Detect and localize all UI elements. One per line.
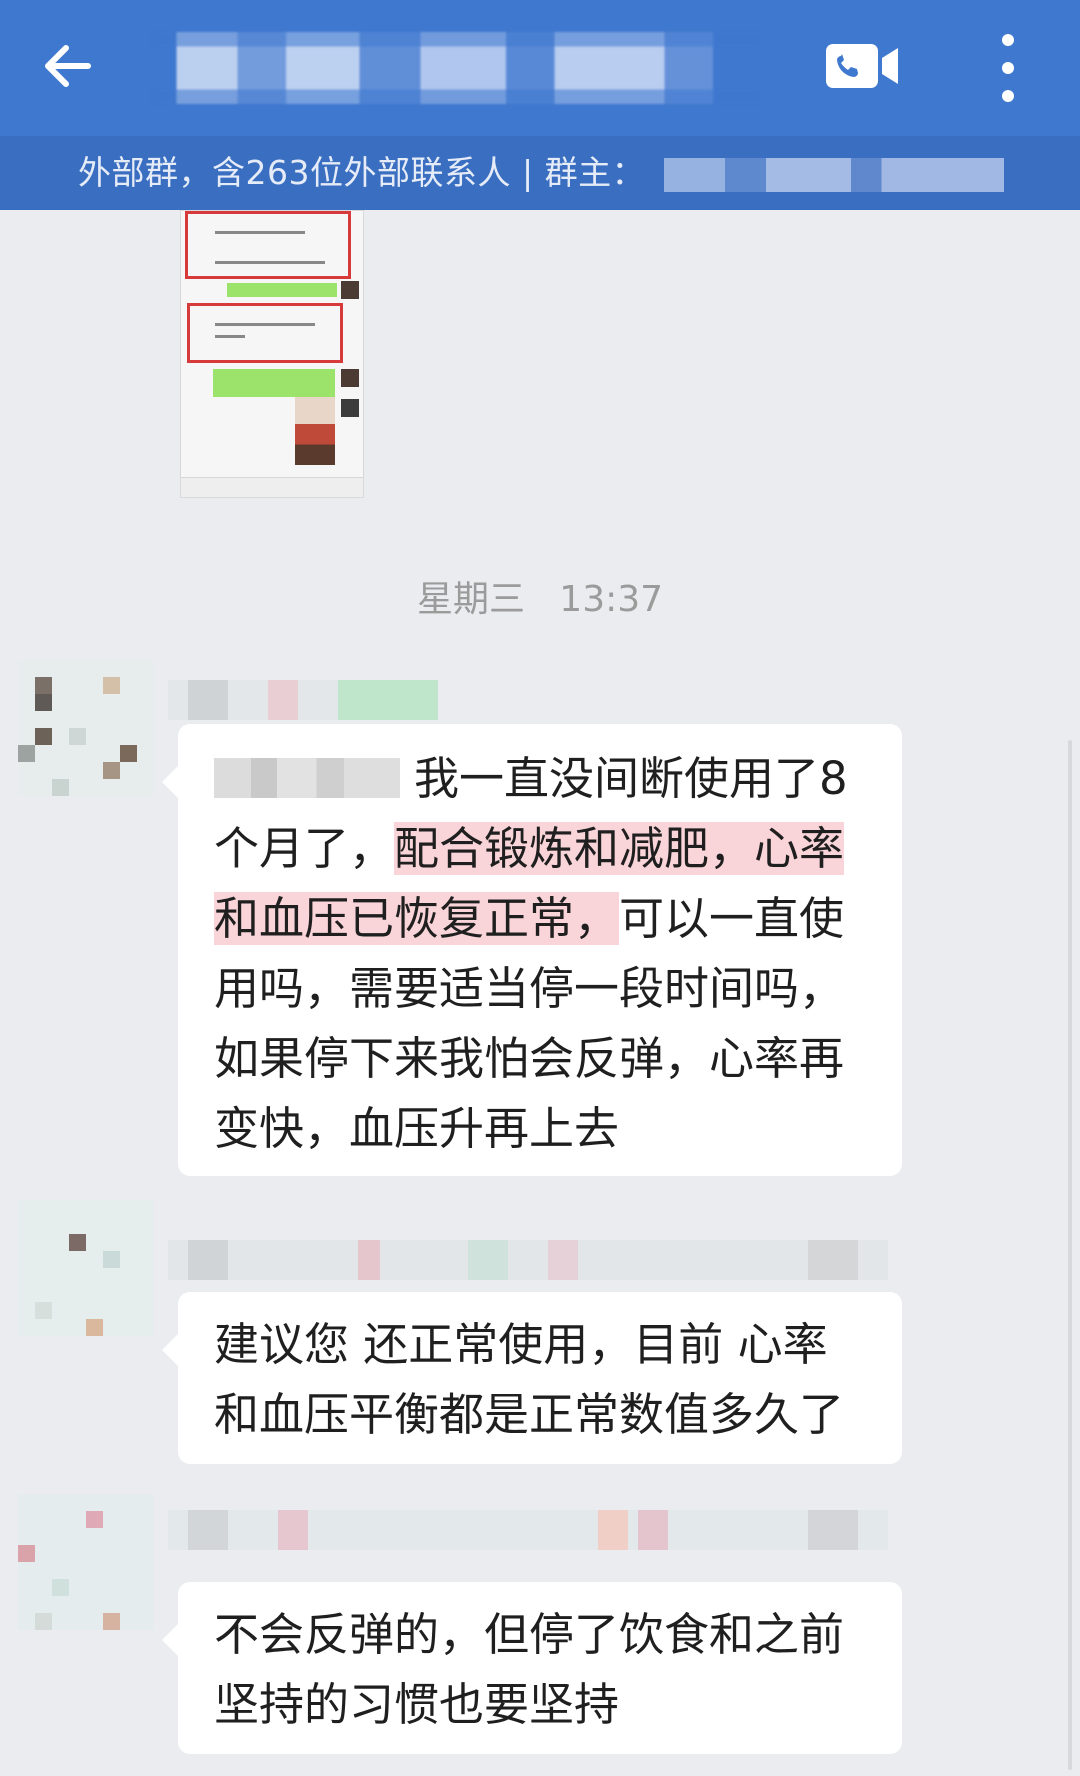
back-button[interactable] — [36, 34, 100, 98]
message-text: 可以一直使 — [619, 892, 845, 945]
message-text: 不会反弹的，但停了饮食和之前 — [214, 1608, 845, 1661]
message-text: 和血压平衡都是正常数值多久了 — [214, 1388, 845, 1441]
message-text: 我一直没间断使用了8 — [414, 752, 848, 805]
message-bubble[interactable]: 不会反弹的，但停了饮食和之前 坚持的习惯也要坚持 — [162, 1582, 902, 1754]
avatar[interactable] — [18, 1494, 154, 1630]
message-bubble[interactable]: 建议您 还正常使用，目前 心率 和血压平衡都是正常数值多久了 — [162, 1292, 902, 1464]
mention-blurred — [214, 758, 400, 798]
group-info-text: 外部群，含263位外部联系人 | 群主： — [78, 153, 646, 192]
sender-name-blurred — [168, 680, 438, 720]
message-text: 变快，血压升再上去 — [214, 1102, 620, 1155]
avatar[interactable] — [18, 660, 154, 796]
highlighted-text: 配合锻炼和减肥，心率 — [394, 822, 845, 875]
sender-name-blurred — [168, 1510, 888, 1550]
message-text: 如果停下来我怕会反弹，心率再 — [214, 1032, 845, 1085]
top-bar — [0, 0, 1080, 136]
image-message[interactable] — [180, 210, 364, 498]
arrow-left-icon — [45, 45, 91, 87]
avatar[interactable] — [18, 1200, 154, 1336]
video-call-icon — [826, 44, 898, 88]
scrollbar[interactable] — [1068, 740, 1072, 1770]
group-owner-blurred — [664, 158, 1004, 192]
more-options-button[interactable] — [988, 30, 1028, 106]
video-call-button[interactable] — [824, 42, 900, 90]
message-text: 用吗，需要适当停一段时间吗， — [214, 962, 845, 1015]
highlighted-text: 和血压已恢复正常， — [214, 892, 620, 945]
more-vertical-icon — [1002, 34, 1014, 102]
group-info-bar[interactable]: 外部群，含263位外部联系人 | 群主： — [0, 136, 1080, 210]
message-text: 建议您 还正常使用，目前 心率 — [214, 1318, 828, 1371]
message-text: 个月了， — [214, 822, 395, 875]
chat-title-blurred — [152, 32, 762, 104]
message-bubble[interactable]: 我一直没间断使用了8 个月了，配合锻炼和减肥，心率 和血压已恢复正常，可以一直使… — [162, 724, 902, 1176]
sender-name-blurred — [168, 1240, 888, 1280]
message-timestamp: 星期三 13:37 — [0, 570, 1080, 622]
timestamp-time: 13:37 — [559, 579, 664, 620]
message-text: 坚持的习惯也要坚持 — [214, 1678, 620, 1731]
timestamp-day: 星期三 — [416, 579, 525, 620]
